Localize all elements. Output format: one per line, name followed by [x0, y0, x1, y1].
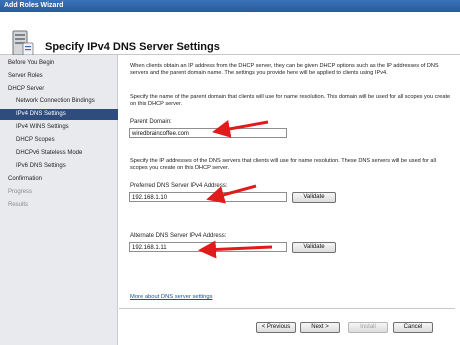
nav-before-you-begin[interactable]: Before You Begin [0, 58, 125, 69]
nav-network-connection-bindings[interactable]: Network Connection Bindings [0, 96, 133, 107]
install-button: Install [348, 322, 388, 333]
nav-progress: Progress [8, 189, 33, 195]
validate-preferred-button[interactable]: Validate [292, 192, 336, 203]
validate-alternate-button[interactable]: Validate [292, 242, 336, 253]
preferred-dns-input[interactable]: 192.168.1.10 [129, 192, 287, 202]
more-about-dns-link[interactable]: More about DNS server settings [130, 294, 212, 300]
wizard-header: Specify IPv4 DNS Server Settings [0, 12, 460, 56]
alternate-dns-label: Alternate DNS Server IPv4 Address: [130, 233, 227, 239]
nav-ipv4-dns-settings[interactable]: IPv4 DNS Settings [0, 109, 133, 120]
page-title: Specify IPv4 DNS Server Settings [45, 41, 220, 53]
window-title: Add Roles Wizard [4, 2, 64, 9]
nav-dhcp-server[interactable]: DHCP Server [0, 84, 125, 95]
nav-results: Results [8, 202, 29, 208]
nav-dhcp-scopes[interactable]: DHCP Scopes [0, 135, 133, 146]
domain-instructions: Specify the name of the parent domain th… [130, 94, 451, 107]
footer-divider [119, 308, 455, 309]
nav-dhcpv6-stateless-mode[interactable]: DHCPv6 Stateless Mode [0, 148, 133, 159]
alternate-dns-input[interactable]: 192.168.1.11 [129, 242, 287, 252]
nav-confirmation[interactable]: Confirmation [0, 174, 125, 185]
dns-instructions: Specify the IP addresses of the DNS serv… [130, 158, 437, 171]
nav-server-roles[interactable]: Server Roles [0, 71, 125, 82]
nav-ipv4-wins-settings[interactable]: IPv4 WINS Settings [0, 122, 133, 133]
previous-button[interactable]: < Previous [256, 322, 296, 333]
intro-text: When clients obtain an IP address from t… [130, 63, 439, 76]
next-button[interactable]: Next > [300, 322, 340, 333]
nav-ipv6-dns-settings[interactable]: IPv6 DNS Settings [0, 161, 133, 172]
preferred-dns-label: Preferred DNS Server IPv4 Address: [130, 183, 228, 189]
parent-domain-label: Parent Domain: [130, 119, 172, 125]
cancel-button[interactable]: Cancel [393, 322, 433, 333]
window-titlebar: Add Roles Wizard [0, 0, 460, 12]
parent-domain-input[interactable]: wiredbraincoffee.com [129, 128, 287, 138]
